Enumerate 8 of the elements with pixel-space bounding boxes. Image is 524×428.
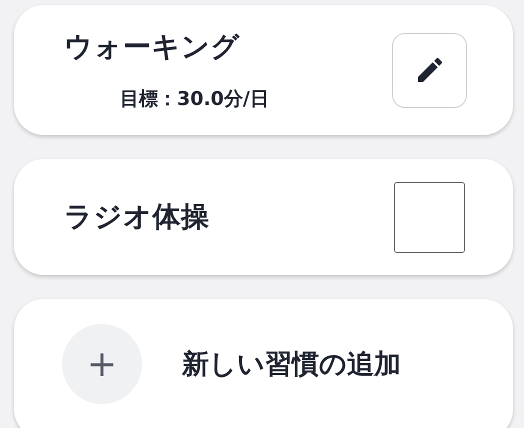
add-habit-card[interactable]: + 新しい習慣の追加 xyxy=(14,299,513,428)
habit-name: ラジオ体操 xyxy=(64,199,210,235)
checkbox[interactable] xyxy=(394,182,465,252)
habit-name: ウォーキング xyxy=(64,29,241,65)
habit-goal: 目標：30.0分/日 xyxy=(120,87,269,112)
edit-button[interactable] xyxy=(392,32,467,108)
add-button[interactable]: + xyxy=(62,324,142,404)
add-habit-label: 新しい習慣の追加 xyxy=(182,348,401,382)
